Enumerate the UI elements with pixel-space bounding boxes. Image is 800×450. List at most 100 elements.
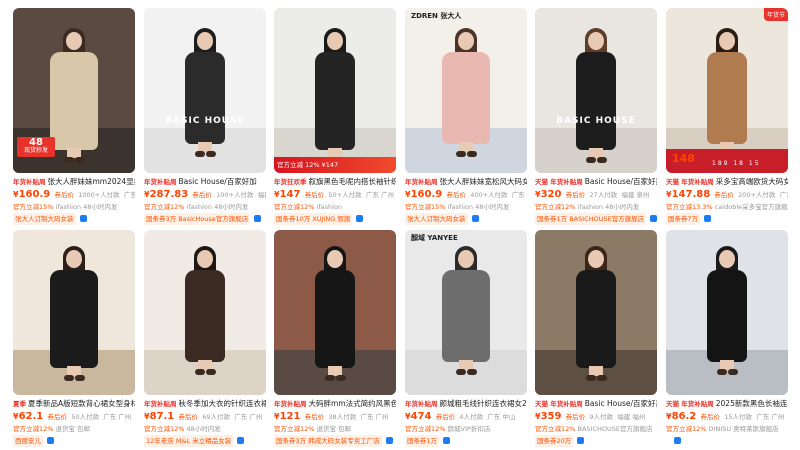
- product-title[interactable]: 大码胖mm法式简约风黑色连衣裙: [309, 399, 397, 408]
- product-image[interactable]: BASIC HOUSE: [535, 8, 657, 173]
- product-title-row[interactable]: 年货补贴周大码胖mm法式简约风黑色连衣裙: [274, 398, 396, 410]
- shop-name[interactable]: 国条券20万: [535, 435, 574, 447]
- shop-name[interactable]: 国条券10万 XUJING 叙旗: [274, 213, 353, 225]
- shop-row[interactable]: [666, 435, 788, 447]
- product-card[interactable]: BASIC HOUSE 天猫 年货补贴周Basic House/百家好黑色 ¥3…: [535, 8, 657, 225]
- product-title-row[interactable]: 天猫 年货补贴周采多宝高端欧货大码女装: [666, 176, 788, 188]
- shop-icon[interactable]: [471, 215, 479, 222]
- shop-row[interactable]: 张大人订制大码女装: [13, 213, 135, 225]
- product-card[interactable]: 年货补贴周大码胖mm法式简约风黑色连衣裙 ¥121 券后价 38人付款 广东 广…: [274, 230, 396, 447]
- shop-row[interactable]: 12年老店 M&L 米立精品女装: [144, 435, 266, 447]
- meta-row: 官方立减12% DINISU 奥特莱斯旗舰店: [666, 424, 788, 435]
- product-title[interactable]: 张大人胖妹妹mm2024显瘦: [48, 177, 136, 186]
- product-price: ¥474: [405, 411, 432, 422]
- product-title[interactable]: Basic House/百家好加: [179, 177, 257, 186]
- product-title[interactable]: 2025新款黑色长袖连衣裙女: [716, 399, 788, 408]
- product-title[interactable]: Basic House/百家好黑色: [585, 177, 657, 186]
- product-card[interactable]: 天猫 年货补贴周2025新款黑色长袖连衣裙女 ¥86.2 券后价 15人付款 广…: [666, 230, 788, 445]
- product-price: ¥359: [535, 411, 562, 422]
- meta-row: 官方立减12% ifashion: [274, 202, 396, 213]
- product-image[interactable]: BASIC HOUSE: [144, 8, 266, 173]
- shop-icon[interactable]: [254, 215, 262, 222]
- shop-icon[interactable]: [237, 437, 245, 444]
- product-title-row[interactable]: 年货狂欢季 叙旗黑色毛呢内搭长袖针织: [274, 176, 396, 188]
- shop-row[interactable]: 国条券1万: [405, 435, 527, 447]
- product-title[interactable]: Basic House/百家好黑色羊毛: [585, 399, 657, 408]
- product-card[interactable]: 顏域 YANYEE 年货补贴周颜城粗毛线针织连衣裙女2024 ¥474 券后价 …: [405, 230, 527, 447]
- shop-row[interactable]: 国条券10万 XUJING 叙旗: [274, 213, 396, 225]
- shop-row[interactable]: 张大人订制大码女装: [405, 213, 527, 225]
- shop-icon[interactable]: [443, 437, 451, 444]
- product-title-row[interactable]: 天猫 年货补贴周2025新款黑色长袖连衣裙女: [666, 398, 788, 410]
- product-title-row[interactable]: 夏季 夏季新品A版短款背心裙女型身材: [13, 398, 135, 410]
- product-title[interactable]: 采多宝高端欧货大码女装: [716, 177, 788, 186]
- product-price: ¥121: [274, 411, 301, 422]
- product-image[interactable]: 年货节 148 189 18 15: [666, 8, 788, 173]
- ship-badge: 48 现货秒发: [17, 137, 55, 157]
- product-title[interactable]: 秋冬季加大衣的针织连衣裙女: [179, 399, 267, 408]
- shop-row[interactable]: 西丽安儿: [13, 435, 135, 447]
- shop-icon[interactable]: [650, 215, 657, 222]
- product-title-row[interactable]: 年货补贴周 张大人胖妹妹mm2024显瘦: [13, 176, 135, 188]
- product-card[interactable]: 天猫 年货补贴周Basic House/百家好黑色羊毛 ¥359 券后价 9人付…: [535, 230, 657, 447]
- product-card[interactable]: 年货补贴周秋冬季加大衣的针织连衣裙女 ¥87.1 券后价 69人付款 广东 广州…: [144, 230, 266, 447]
- shop-row[interactable]: 国条券3万 韩成大码女装专卖工厂店: [274, 435, 396, 447]
- shop-row[interactable]: 国条券1万 BASICHOUSE官方旗舰店: [535, 213, 657, 225]
- product-image[interactable]: 顏域 YANYEE: [405, 230, 527, 395]
- shop-name[interactable]: 张大人订制大码女装: [405, 213, 468, 225]
- product-card[interactable]: 年货节 148 189 18 15 天猫 年货补贴周采多宝高端欧货大码女装 ¥147…: [666, 8, 788, 225]
- product-card[interactable]: 官方立减 12% ¥147 年货狂欢季 叙旗黑色毛呢内搭长袖针织 ¥147 券后价…: [274, 8, 396, 225]
- sales-count: 38人付款: [328, 413, 357, 421]
- product-title[interactable]: 颜城粗毛线针织连衣裙女2024: [440, 399, 528, 408]
- product-card[interactable]: 48 现货秒发 年货补贴周 张大人胖妹妹mm2024显瘦 ¥160.9 券后价 10…: [13, 8, 135, 225]
- shop-name[interactable]: 国条券3万 BasicHouse官方旗舰店: [144, 213, 251, 225]
- shop-name[interactable]: 国条券1万 BASICHOUSE官方旗舰店: [535, 213, 647, 225]
- product-image[interactable]: [144, 230, 266, 395]
- shop-service: DINISU 奥特莱斯旗舰店: [708, 425, 779, 433]
- product-card[interactable]: BASIC HOUSE 年货补贴周 Basic House/百家好加 ¥287.8…: [144, 8, 266, 225]
- product-image[interactable]: 48 现货秒发: [13, 8, 135, 173]
- shop-row[interactable]: 国条券7万: [666, 213, 788, 225]
- promo-tag: 年货狂欢季: [274, 178, 307, 186]
- product-title[interactable]: 叙旗黑色毛呢内搭长袖针织: [309, 177, 397, 186]
- promo-tag: 年货补贴周: [405, 178, 438, 186]
- product-image[interactable]: [274, 230, 396, 395]
- product-title[interactable]: 夏季新品A版短款背心裙女型身材: [28, 399, 135, 408]
- promo-tag: 年货补贴周: [144, 178, 177, 186]
- product-title-row[interactable]: 年货补贴周颜城粗毛线针织连衣裙女2024: [405, 398, 527, 410]
- product-title-row[interactable]: 天猫 年货补贴周Basic House/百家好黑色: [535, 176, 657, 188]
- product-card[interactable]: 夏季 夏季新品A版短款背心裙女型身材 ¥62.1 券后价 50人付款 广东 广州 …: [13, 230, 135, 447]
- product-card[interactable]: ZDREN 张大人 年货补贴周张大人胖妹妹宽松风大码女装 ¥160.9 券后价 …: [405, 8, 527, 225]
- shop-name[interactable]: 国条券1万: [405, 435, 440, 447]
- shop-name[interactable]: 国条券3万 韩成大码女装专卖工厂店: [274, 435, 382, 447]
- shop-icon[interactable]: [577, 437, 585, 444]
- shop-row[interactable]: 国条券3万 BasicHouse官方旗舰店: [144, 213, 266, 225]
- shop-icon[interactable]: [79, 215, 87, 222]
- shop-row[interactable]: 国条券20万: [535, 435, 657, 447]
- product-title-row[interactable]: 年货补贴周张大人胖妹妹宽松风大码女装: [405, 176, 527, 188]
- shop-icon[interactable]: [47, 437, 54, 444]
- product-image[interactable]: ZDREN 张大人: [405, 8, 527, 173]
- product-title[interactable]: 张大人胖妹妹宽松风大码女装: [440, 177, 528, 186]
- shop-icon[interactable]: [704, 215, 712, 222]
- meta-row: 官方立减12% 退货宝 包邮: [13, 424, 135, 435]
- shop-name[interactable]: 张大人订制大码女装: [13, 213, 76, 225]
- product-title-row[interactable]: 年货补贴周 Basic House/百家好加: [144, 176, 266, 188]
- product-image[interactable]: [535, 230, 657, 395]
- shop-icon[interactable]: [385, 437, 393, 444]
- product-info: 天猫 年货补贴周2025新款黑色长袖连衣裙女 ¥86.2 券后价 15人付款 广…: [666, 398, 788, 447]
- product-image[interactable]: 官方立减 12% ¥147: [274, 8, 396, 173]
- strip-price: 148: [672, 152, 695, 165]
- discount-text: 官方立减12%: [144, 203, 185, 211]
- product-title-row[interactable]: 年货补贴周秋冬季加大衣的针织连衣裙女: [144, 398, 266, 410]
- product-info: 年货补贴周 张大人胖妹妹mm2024显瘦 ¥160.9 券后价 1000+人付款 …: [13, 176, 135, 225]
- shop-name[interactable]: 国条券7万: [666, 213, 701, 225]
- shop-icon[interactable]: [674, 437, 681, 444]
- product-image[interactable]: [13, 230, 135, 395]
- shop-icon[interactable]: [356, 215, 364, 222]
- product-title-row[interactable]: 天猫 年货补贴周Basic House/百家好黑色羊毛: [535, 398, 657, 410]
- product-image[interactable]: [666, 230, 788, 395]
- shop-name[interactable]: 12年老店 M&L 米立精品女装: [144, 435, 234, 447]
- shop-name[interactable]: 西丽安儿: [13, 435, 43, 447]
- sales-count: 50+人付款: [328, 191, 362, 199]
